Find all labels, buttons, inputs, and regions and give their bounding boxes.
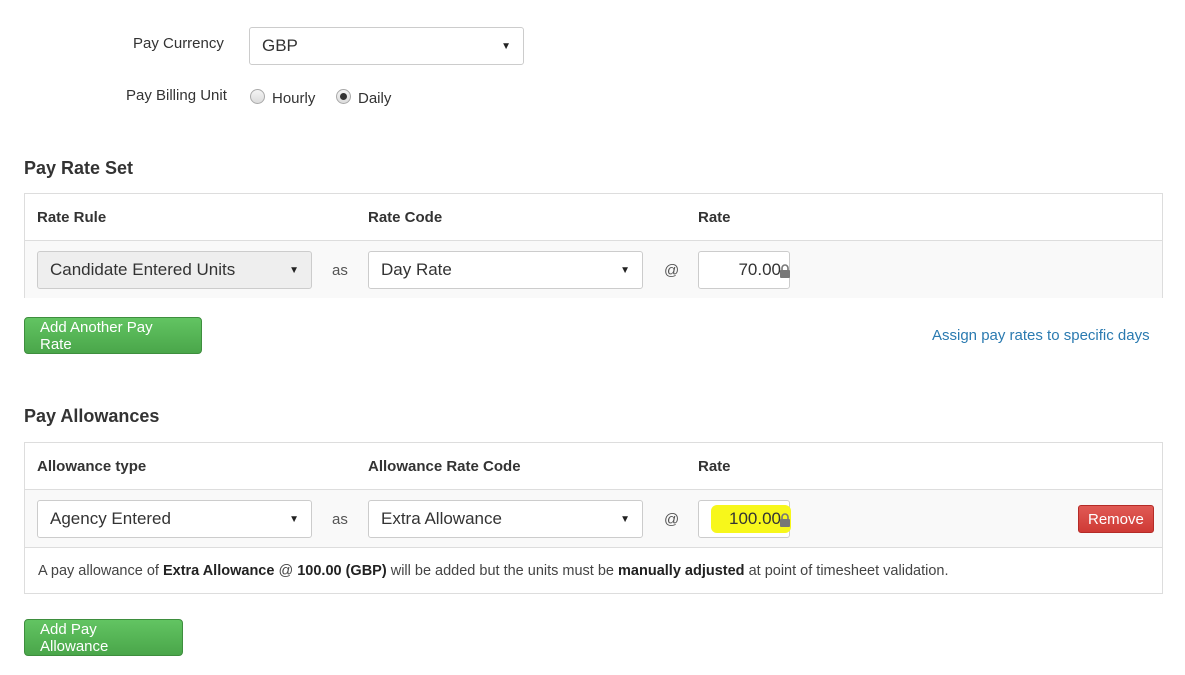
- note-suffix: at point of timesheet validation.: [744, 563, 949, 579]
- hourly-radio[interactable]: [250, 89, 265, 104]
- rate-rule-value: Candidate Entered Units: [50, 260, 236, 279]
- rate-code-select[interactable]: Day Rate ▼: [368, 251, 643, 289]
- allowance-rate-code-value: Extra Allowance: [381, 509, 502, 528]
- note-amount: 100.00 (GBP): [297, 563, 387, 579]
- pay-rate-table: Rate Rule Rate Code Rate Candidate Enter…: [24, 193, 1163, 298]
- allowance-note: A pay allowance of Extra Allowance @ 100…: [38, 563, 948, 579]
- note-middle: will be added but the units must be: [386, 563, 619, 579]
- pay-currency-value: GBP: [262, 36, 298, 55]
- assign-pay-rates-link[interactable]: Assign pay rates to specific days: [932, 327, 1150, 344]
- note-allowance-name: Extra Allowance: [162, 563, 275, 579]
- pay-allowances-title: Pay Allowances: [24, 406, 160, 426]
- divider: [25, 547, 1162, 549]
- at-symbol: @: [664, 262, 680, 279]
- hourly-radio-label[interactable]: Hourly: [272, 90, 315, 107]
- note-emphasis: manually adjusted: [618, 563, 745, 579]
- rate-rule-header: Rate Rule: [37, 209, 107, 226]
- allowance-type-select[interactable]: Agency Entered ▼: [37, 500, 312, 538]
- lock-icon[interactable]: [779, 513, 791, 527]
- chevron-down-icon: ▼: [501, 40, 511, 52]
- allowance-rate-input[interactable]: 100.00: [698, 500, 791, 538]
- pay-billing-unit-label: Pay Billing Unit: [126, 87, 227, 104]
- allowance-row: Agency Entered ▼ as Extra Allowance ▼ @ …: [25, 489, 1162, 547]
- note-at: @: [274, 563, 298, 579]
- pay-currency-select[interactable]: GBP ▼: [249, 27, 524, 65]
- allowance-rate-value: 100.00: [729, 509, 781, 528]
- rate-code-value: Day Rate: [381, 260, 452, 279]
- rate-rule-select[interactable]: Candidate Entered Units ▼: [37, 251, 312, 289]
- rate-input[interactable]: 70.00: [698, 251, 790, 289]
- add-another-pay-rate-button[interactable]: Add Another Pay Rate: [24, 317, 202, 354]
- rate-value: 70.00: [738, 260, 781, 279]
- as-text: as: [332, 262, 348, 279]
- rate-header: Rate: [698, 209, 731, 226]
- add-pay-allowance-button[interactable]: Add Pay Allowance: [24, 619, 183, 656]
- daily-radio-label[interactable]: Daily: [358, 90, 391, 107]
- pay-rate-row: Candidate Entered Units ▼ as Day Rate ▼ …: [25, 240, 1162, 298]
- allowance-rate-code-select[interactable]: Extra Allowance ▼: [368, 500, 643, 538]
- note-prefix: A pay allowance of: [38, 563, 163, 579]
- allowance-type-header: Allowance type: [37, 458, 147, 475]
- chevron-down-icon: ▼: [620, 264, 630, 276]
- rate-code-header: Rate Code: [368, 209, 443, 226]
- chevron-down-icon: ▼: [620, 513, 630, 525]
- as-text: as: [332, 511, 348, 528]
- pay-allowances-table: Allowance type Allowance Rate Code Rate …: [24, 442, 1163, 594]
- daily-radio[interactable]: [336, 89, 351, 104]
- pay-currency-label: Pay Currency: [133, 35, 224, 52]
- pay-rate-set-title: Pay Rate Set: [24, 158, 134, 178]
- pay-rate-table-header: Rate Rule Rate Code Rate: [25, 194, 1162, 240]
- remove-allowance-button[interactable]: Remove: [1078, 505, 1154, 533]
- chevron-down-icon: ▼: [289, 513, 299, 525]
- at-symbol: @: [664, 511, 680, 528]
- chevron-down-icon: ▼: [289, 264, 299, 276]
- pay-allowances-table-header: Allowance type Allowance Rate Code Rate: [25, 443, 1162, 489]
- allowance-rate-header: Rate: [698, 458, 731, 475]
- allowance-rate-code-header: Allowance Rate Code: [368, 458, 521, 475]
- allowance-type-value: Agency Entered: [50, 509, 171, 528]
